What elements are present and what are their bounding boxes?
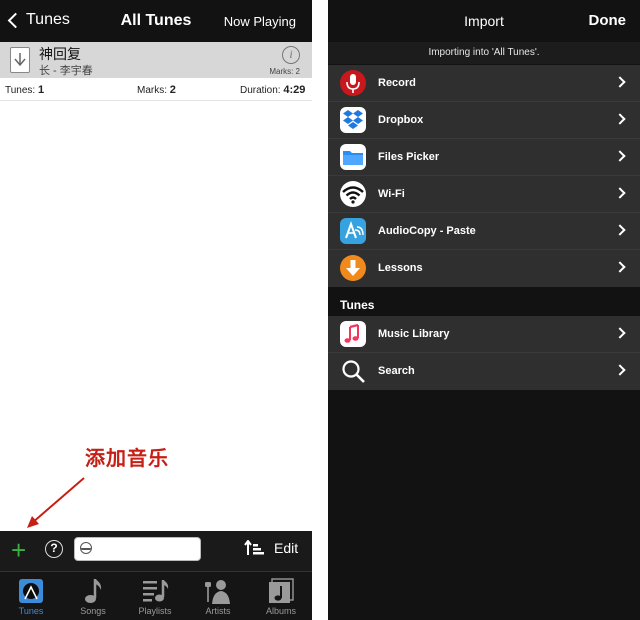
back-button[interactable]: Tunes — [6, 11, 70, 29]
playlist-icon — [124, 576, 186, 606]
chevron-right-icon — [614, 224, 626, 236]
import-item-wifi[interactable]: Wi-Fi — [328, 176, 640, 213]
album-icon — [250, 576, 312, 606]
search-input[interactable] — [97, 540, 197, 558]
dropbox-icon — [340, 107, 366, 133]
now-playing-button[interactable]: Now Playing — [224, 14, 296, 29]
import-item-lessons[interactable]: Lessons — [328, 250, 640, 287]
import-item-label: Music Library — [378, 328, 450, 340]
chevron-right-icon — [614, 364, 626, 376]
import-item-files-picker[interactable]: Files Picker — [328, 139, 640, 176]
chevron-left-icon — [7, 12, 24, 28]
tab-tunes-label: Tunes — [18, 606, 44, 616]
folder-icon — [340, 144, 366, 170]
import-item-audiocopy[interactable]: AudioCopy - Paste — [328, 213, 640, 250]
import-item-label: Files Picker — [378, 151, 440, 163]
back-button-label: Tunes — [26, 11, 70, 28]
tab-playlists-label: Playlists — [138, 606, 172, 616]
import-item-music-library[interactable]: Music Library — [328, 316, 640, 353]
search-field[interactable] — [74, 537, 201, 561]
tab-albums[interactable]: Albums — [250, 576, 312, 616]
import-item-label: Wi-Fi — [378, 188, 405, 200]
tunes-nav-bar: Tunes All Tunes Now Playing — [0, 0, 312, 42]
microphone-icon — [340, 70, 366, 96]
download-file-icon — [10, 47, 30, 73]
import-item-label: AudioCopy - Paste — [378, 225, 476, 237]
filter-icon — [80, 542, 92, 554]
tab-songs-label: Songs — [80, 606, 106, 616]
import-subtitle: Importing into 'All Tunes'. — [328, 42, 640, 64]
tunes-section-header: Tunes — [340, 298, 375, 312]
chevron-right-icon — [614, 261, 626, 273]
chevron-right-icon — [614, 327, 626, 339]
info-icon[interactable]: i — [282, 46, 300, 64]
import-item-search[interactable]: Search — [328, 353, 640, 390]
edit-button[interactable]: Edit — [274, 540, 298, 556]
song-row[interactable]: 神回复 长 - 李宇春 i Marks: 2 — [0, 42, 312, 78]
import-sources-list: Record Dropbox Files Picker Wi-Fi AudioC… — [328, 65, 640, 287]
tab-bar: Tunes Songs Playlists Artists Albums — [0, 571, 312, 620]
song-subtitle: 长 - 李宇春 — [39, 65, 93, 77]
audiocopy-icon — [340, 218, 366, 244]
annotation-arrow-icon — [27, 477, 85, 528]
sort-icon[interactable] — [244, 540, 264, 556]
music-library-icon — [340, 321, 366, 347]
import-item-dropbox[interactable]: Dropbox — [328, 102, 640, 139]
tunes-count: Tunes: 1 — [5, 84, 45, 96]
tab-tunes[interactable]: Tunes — [0, 576, 62, 616]
add-music-button[interactable]: + — [11, 537, 26, 563]
import-item-label: Lessons — [378, 262, 423, 274]
music-note-icon — [62, 576, 124, 606]
import-item-label: Record — [378, 77, 416, 89]
done-button[interactable]: Done — [589, 12, 627, 29]
import-item-record[interactable]: Record — [328, 65, 640, 102]
tunes-screen: Tunes All Tunes Now Playing 神回复 长 - 李宇春 … — [0, 0, 312, 620]
tab-albums-label: Albums — [265, 606, 296, 616]
import-item-label: Dropbox — [378, 114, 424, 126]
tab-playlists[interactable]: Playlists — [124, 576, 186, 616]
import-screen: Import Done Importing into 'All Tunes'. … — [328, 0, 640, 620]
tab-artists-label: Artists — [205, 606, 231, 616]
tab-artists[interactable]: Artists — [187, 576, 249, 616]
chevron-right-icon — [614, 113, 626, 125]
download-arrow-icon — [340, 255, 366, 281]
song-marks: Marks: 2 — [269, 67, 300, 76]
tunes-sources-list: Music Library Search — [328, 316, 640, 390]
duration-total: Duration: 4:29 — [240, 84, 306, 96]
add-music-annotation: 添加音乐 — [85, 446, 169, 470]
wifi-icon — [340, 181, 366, 207]
import-item-label: Search — [378, 365, 415, 377]
chevron-right-icon — [614, 76, 626, 88]
search-icon — [340, 358, 366, 384]
screenshot-page: Tunes All Tunes Now Playing 神回复 长 - 李宇春 … — [0, 0, 640, 620]
chevron-right-icon — [614, 150, 626, 162]
chevron-right-icon — [614, 187, 626, 199]
import-nav-bar: Import Done — [328, 0, 640, 42]
help-button[interactable]: ? — [45, 540, 63, 558]
artist-icon — [187, 576, 249, 606]
tunes-toolbar: + ? Edit — [0, 531, 312, 571]
tunes-icon — [0, 576, 62, 606]
marks-count: Marks: 2 — [137, 84, 176, 96]
stats-row: Tunes: 1 Marks: 2 Duration: 4:29 — [0, 79, 312, 101]
tab-songs[interactable]: Songs — [62, 576, 124, 616]
song-title: 神回复 — [39, 46, 81, 62]
